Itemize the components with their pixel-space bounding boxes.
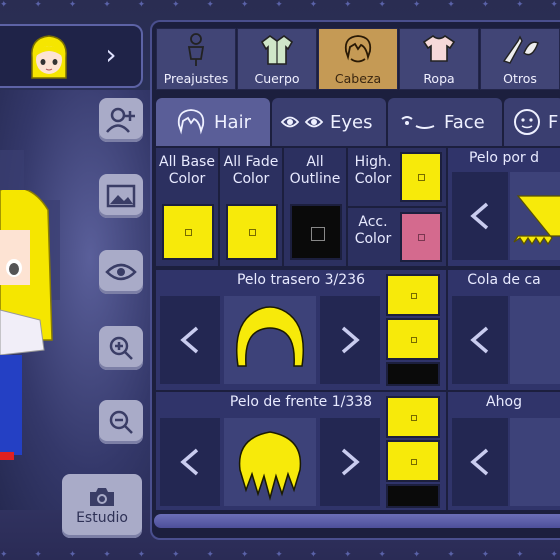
tab-label: Otros [503, 71, 537, 86]
tab-cuerpo[interactable]: Cuerpo [237, 28, 317, 90]
tab-ropa[interactable]: Ropa [399, 28, 479, 90]
tab-eyes[interactable]: Eyes [272, 98, 386, 146]
tab-cabeza[interactable]: Cabeza [318, 28, 398, 90]
image-icon [106, 184, 136, 208]
all-fade-color[interactable]: All Fade Color [220, 148, 282, 266]
tab-label: Cabeza [334, 71, 382, 86]
tab-label: F [548, 111, 559, 133]
ahoge-title: Ahog [486, 394, 522, 410]
eyes-icon [280, 116, 324, 128]
all-outline-label: All Outline [289, 154, 341, 187]
tab-preajustes[interactable]: Preajustes [156, 28, 236, 90]
front-hair-color1-swatch[interactable] [386, 396, 440, 438]
front-hair-color2-swatch[interactable] [386, 440, 440, 482]
tab-label: Preajustes [163, 71, 229, 86]
all-outline-color-swatch[interactable] [290, 204, 342, 260]
back-hair-preview[interactable] [224, 296, 316, 384]
jacket-icon [260, 35, 294, 65]
all-base-color-label: All Base Color [159, 154, 215, 187]
ahoge-previous-button[interactable] [452, 418, 508, 506]
character-selector: › [0, 24, 143, 88]
zoom-in-icon [109, 336, 133, 360]
add-person-icon [106, 107, 135, 133]
previous-button[interactable] [452, 172, 508, 260]
front-hair-next-button[interactable] [320, 418, 380, 506]
tab-label: Face [444, 111, 485, 133]
back-hair-outline-swatch[interactable] [386, 362, 440, 386]
add-character-button[interactable] [99, 98, 143, 142]
all-base-color[interactable]: All Base Color [156, 148, 218, 266]
ponytail-row: Cola de ca [448, 270, 560, 390]
ponytail-title: Cola de ca [467, 272, 541, 288]
highlight-color[interactable]: High. Color [348, 148, 446, 206]
zoom-in-button[interactable] [99, 326, 143, 370]
character-preview[interactable] [0, 186, 60, 470]
front-hair-outline-swatch[interactable] [386, 484, 440, 508]
all-outline-color[interactable]: All Outline [284, 148, 346, 266]
ahoge-preview[interactable] [510, 418, 560, 506]
chevron-left-icon [470, 448, 489, 476]
next-character-button[interactable]: › [96, 40, 126, 70]
tab-label: Ropa [423, 71, 455, 86]
ponytail-previous-button[interactable] [452, 296, 508, 384]
tab-face-more[interactable]: F [504, 98, 560, 146]
hair-icon [344, 35, 372, 63]
chevron-left-icon [470, 202, 489, 230]
chevron-left-icon [470, 326, 489, 354]
hair-side-title: Pelo por d [468, 150, 539, 166]
background-button[interactable] [99, 174, 143, 218]
chevron-left-icon [180, 326, 199, 354]
mannequin-icon [187, 33, 205, 66]
face-icon [401, 116, 435, 129]
back-hair-next-button[interactable] [320, 296, 380, 384]
character-head-icon[interactable] [26, 32, 72, 80]
tab-otros[interactable]: Otros [480, 28, 560, 90]
tab-face[interactable]: Face [388, 98, 502, 146]
back-hair-color1-swatch[interactable] [386, 274, 440, 316]
bottom-star-border: ✦ ✦ ✦ ✦ ✦ ✦ ✦ ✦ ✦ ✦ ✦ ✦ ✦ ✦ ✦ ✦ ✦ ✦ ✦ ✦ [0, 550, 560, 560]
front-hair-previous-button[interactable] [160, 418, 220, 506]
tab-label: Eyes [330, 111, 373, 133]
shirt-icon [422, 35, 456, 62]
back-hair-style-icon [236, 306, 304, 367]
swords-icon [502, 35, 539, 64]
front-hair-style-icon [238, 431, 302, 501]
visibility-button[interactable] [99, 250, 143, 294]
chevron-right-icon [341, 448, 360, 476]
back-hair-previous-button[interactable] [160, 296, 220, 384]
zoom-out-button[interactable] [99, 400, 143, 444]
tab-label: Hair [214, 111, 251, 133]
tab-label: Cuerpo [254, 71, 300, 86]
face-round-icon [514, 109, 540, 135]
studio-label: Estudio [76, 510, 128, 526]
all-fade-color-swatch[interactable] [226, 204, 278, 260]
hair-side-preview[interactable] [510, 172, 560, 260]
ahoge-row: Ahog [448, 392, 560, 510]
front-hair-preview[interactable] [224, 418, 316, 506]
hair-outline-icon [177, 109, 205, 135]
chevron-left-icon [180, 448, 199, 476]
ponytail-preview[interactable] [510, 296, 560, 384]
chevron-right-icon [341, 326, 360, 354]
top-star-border: ✦ ✦ ✦ ✦ ✦ ✦ ✦ ✦ ✦ ✦ ✦ ✦ ✦ ✦ ✦ ✦ ✦ ✦ ✦ ✦ [0, 0, 560, 10]
highlight-color-swatch[interactable] [400, 152, 442, 202]
tab-hair[interactable]: Hair [156, 98, 270, 146]
highlight-color-label: High. Color [354, 154, 392, 187]
accessory-color-label: Acc. Color [354, 214, 392, 247]
panel-bottom-bar [154, 514, 560, 528]
all-base-color-swatch[interactable] [162, 204, 214, 260]
zoom-out-icon [109, 410, 133, 434]
hair-side-row: Pelo por d [448, 148, 560, 266]
studio-button[interactable]: Estudio [62, 474, 142, 538]
back-hair-color2-swatch[interactable] [386, 318, 440, 360]
accessory-color[interactable]: Acc. Color [348, 208, 446, 266]
all-fade-color-label: All Fade Color [223, 154, 279, 187]
accessory-color-swatch[interactable] [400, 212, 442, 262]
camera-icon [90, 488, 114, 506]
eye-icon [105, 263, 137, 281]
